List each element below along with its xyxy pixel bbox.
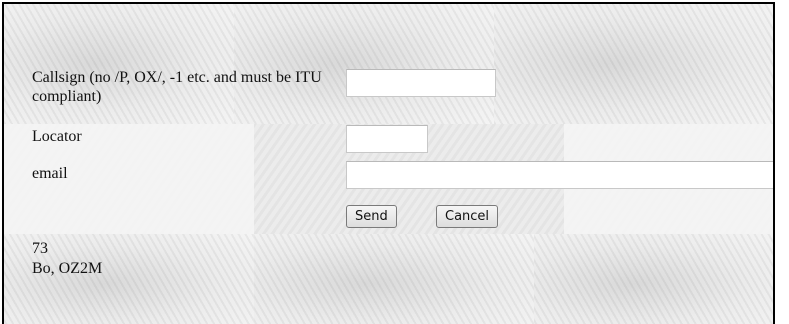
locator-label: Locator — [32, 128, 82, 145]
signature-regards: 73 — [32, 240, 48, 257]
contact-form: Callsign (no /P, OX/, -1 etc. and must b… — [4, 4, 773, 324]
callsign-input[interactable] — [346, 69, 496, 97]
signature-name: Bo, OZ2M — [32, 260, 103, 277]
send-button[interactable]: Send — [346, 205, 397, 228]
page-frame: Callsign (no /P, OX/, -1 etc. and must b… — [2, 2, 775, 324]
cancel-button[interactable]: Cancel — [436, 205, 499, 228]
email-input[interactable] — [346, 161, 773, 189]
callsign-label: Callsign (no /P, OX/, -1 etc. and must b… — [32, 69, 322, 105]
locator-input[interactable] — [346, 125, 428, 153]
email-label: email — [32, 165, 68, 182]
